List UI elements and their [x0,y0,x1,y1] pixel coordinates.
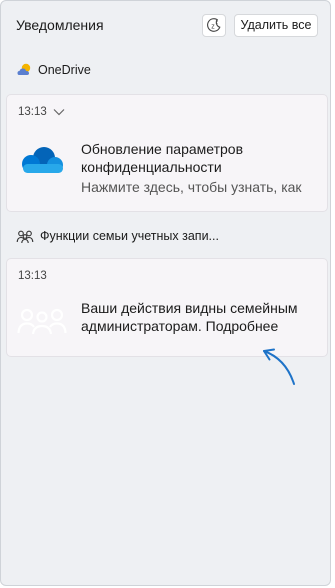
group-app-name: OneDrive [38,63,91,77]
notification-time: 13:13 [18,106,47,118]
family-small-icon [16,230,34,244]
annotation-arrow-icon [263,348,295,385]
onedrive-icon [22,147,63,173]
family-group-icon [17,308,67,335]
svg-text:z: z [216,20,219,26]
notification-subtitle: Нажмите здесь, чтобы узнать, как [81,179,302,195]
group-header-family[interactable]: Функции семьи учетных запи... [16,228,219,244]
notification-card-onedrive[interactable]: 13:13 Обновление параметров конфиденциал… [6,94,328,212]
notification-title: Ваши действия видны семейным администрат… [81,300,298,334]
group-app-name: Функции семьи учетных запи... [40,229,219,243]
notification-center-panel: Уведомления z z Удалить все OneDrive 13:… [0,0,331,586]
group-header-onedrive[interactable]: OneDrive [16,62,91,78]
chevron-down-icon[interactable] [52,106,66,118]
notification-time: 13:13 [18,270,47,282]
notifications-title: Уведомления [16,17,104,33]
onedrive-small-icon [17,63,31,75]
notification-title: Обновление параметров конфиденциальности [81,141,244,175]
clear-all-button[interactable]: Удалить все [234,14,318,37]
snooze-icon: z z [207,18,221,32]
do-not-disturb-button[interactable]: z z [202,14,226,37]
